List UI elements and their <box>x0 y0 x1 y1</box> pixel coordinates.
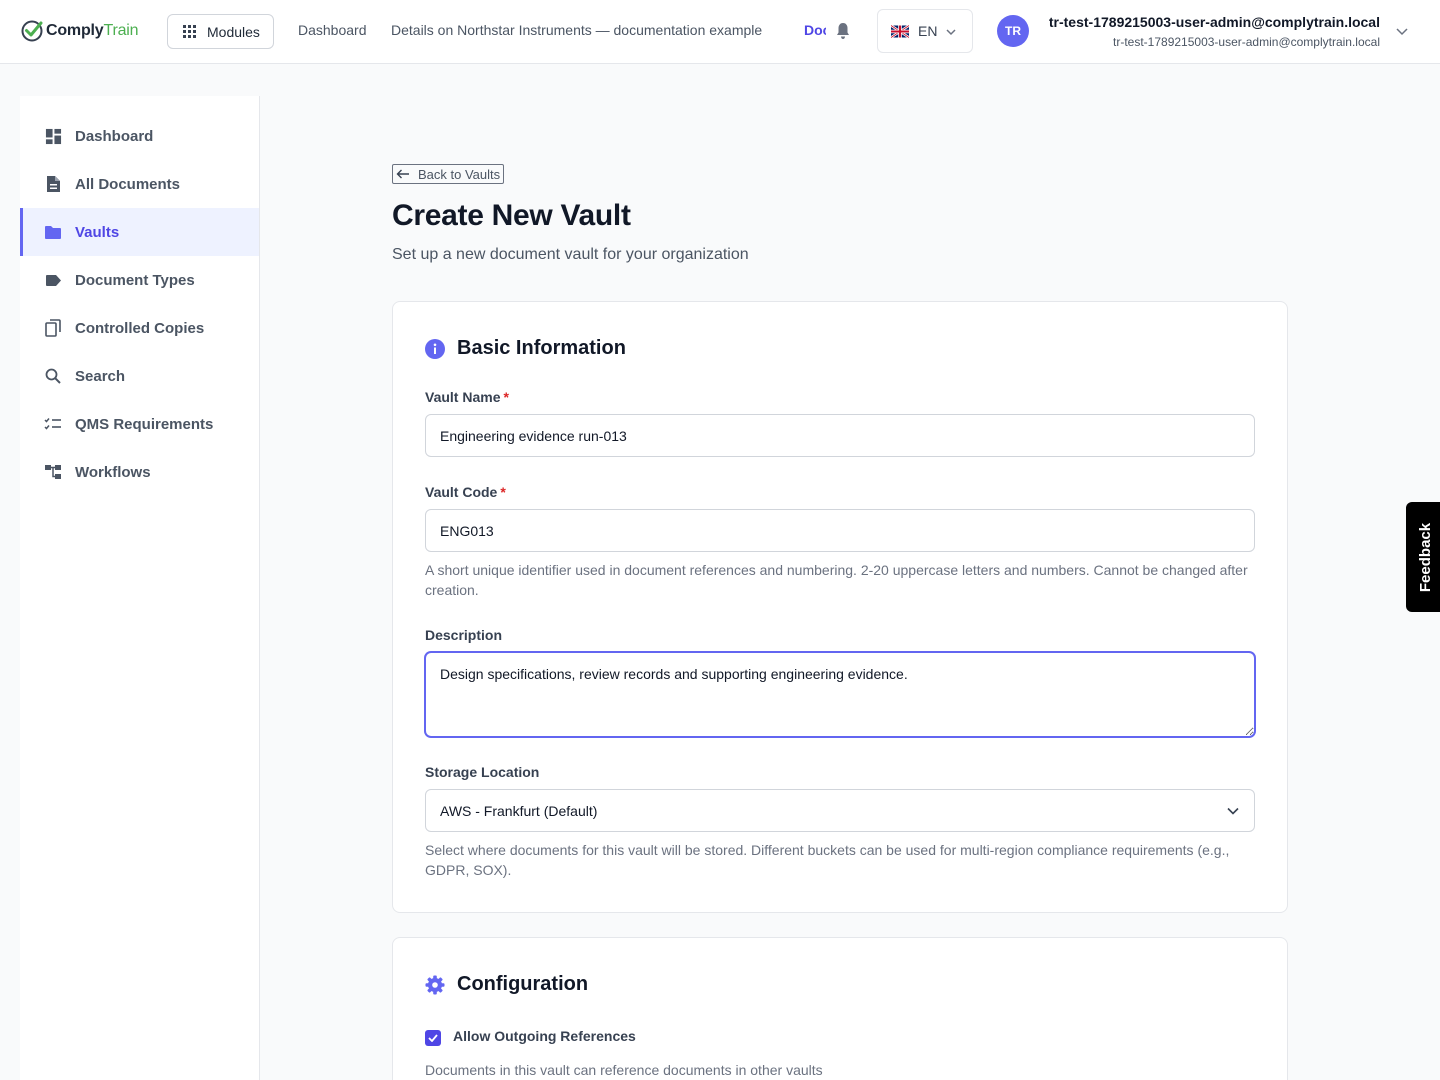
copies-icon <box>44 319 62 337</box>
sidebar-item-document-types[interactable]: Document Types <box>20 256 259 304</box>
sidebar-item-dashboard[interactable]: Dashboard <box>20 112 259 160</box>
avatar[interactable]: TR <box>997 15 1029 47</box>
language-selector[interactable]: EN <box>877 9 973 53</box>
vault-code-help: A short unique identifier used in docume… <box>425 562 1248 598</box>
user-menu-chevron-icon[interactable] <box>1396 26 1408 36</box>
storage-location-select[interactable]: AWS - Frankfurt (Default) <box>425 789 1255 832</box>
vault-name-label: Vault Name * <box>425 389 509 405</box>
storage-location-label: Storage Location <box>425 764 540 780</box>
arrow-left-icon <box>396 169 409 179</box>
top-bar: ComplyTrain Modules Dashboard Details on… <box>0 0 1440 64</box>
allow-outgoing-references-label[interactable]: Allow Outgoing References <box>453 1028 636 1044</box>
user-email: tr-test-1789215003-user-admin@complytrai… <box>1113 35 1380 49</box>
sidebar-item-all-documents[interactable]: All Documents <box>20 160 259 208</box>
allow-outgoing-references-row: Allow Outgoing References <box>425 1026 636 1046</box>
check-circle-logo-icon <box>21 20 43 42</box>
complytrain-logo[interactable]: ComplyTrain <box>20 18 139 44</box>
configuration-card: Configuration Allow Outgoing References … <box>392 937 1288 1080</box>
sidebar-item-label: All Documents <box>75 175 181 193</box>
sidebar-item-workflows[interactable]: Workflows <box>20 448 259 496</box>
uk-flag-icon <box>891 24 909 38</box>
checkmark-icon <box>428 1034 438 1042</box>
required-marker: * <box>500 484 506 500</box>
brand-name: ComplyTrain <box>46 22 139 39</box>
search-icon <box>44 367 62 385</box>
bell-icon[interactable] <box>835 22 851 40</box>
sidebar-item-label: QMS Requirements <box>75 415 214 433</box>
configuration-header: Configuration <box>425 973 588 996</box>
section-heading: Basic Information <box>457 337 626 359</box>
sidebar-item-label: Search <box>75 367 126 385</box>
nav-documents-link[interactable]: Documents <box>804 22 826 38</box>
modules-button[interactable]: Modules <box>167 14 274 49</box>
sidebar-item-search[interactable]: Search <box>20 352 259 400</box>
sidebar-item-qms-requirements[interactable]: QMS Requirements <box>20 400 259 448</box>
basic-information-card: Basic Information Vault Name* Vault Code… <box>392 301 1288 913</box>
grid-icon <box>183 25 196 38</box>
sidebar-item-vaults[interactable]: Vaults <box>20 208 259 256</box>
feedback-label: Feedback <box>1417 522 1435 592</box>
sidebar-item-label: Document Types <box>75 271 195 289</box>
sidebar: Dashboard All Documents Vaults Document … <box>20 96 260 1080</box>
dashboard-icon <box>44 127 62 145</box>
sidebar-item-label: Workflows <box>75 463 151 481</box>
sidebar-item-controlled-copies[interactable]: Controlled Copies <box>20 304 259 352</box>
vault-code-label: Vault Code * <box>425 484 506 500</box>
allow-outgoing-references-help: Documents in this vault can reference do… <box>425 1062 823 1078</box>
page-title: Create New Vault <box>392 199 631 232</box>
user-name[interactable]: tr-test-1789215003-user-admin@complytrai… <box>1049 14 1380 30</box>
back-label: Back to Vaults <box>418 166 501 182</box>
info-icon <box>425 338 445 359</box>
storage-location-value: AWS - Frankfurt (Default) <box>440 802 598 819</box>
checklist-icon <box>44 415 62 433</box>
sidebar-item-label: Controlled Copies <box>75 319 205 337</box>
back-to-vaults-button[interactable]: Back to Vaults <box>392 164 504 184</box>
description-label: Description <box>425 627 503 643</box>
section-heading: Configuration <box>457 973 589 995</box>
modules-label: Modules <box>207 23 260 40</box>
feedback-tab[interactable]: Feedback <box>1406 502 1440 612</box>
folder-icon <box>44 223 62 241</box>
gear-icon <box>425 975 445 994</box>
workflow-icon <box>44 463 62 481</box>
nav-dashboard-link[interactable]: Dashboard <box>298 22 367 38</box>
sidebar-item-label: Dashboard <box>75 127 154 145</box>
allow-outgoing-references-checkbox[interactable] <box>425 1030 441 1046</box>
language-code: EN <box>918 23 938 39</box>
document-icon <box>44 175 62 193</box>
storage-location-help: Select where documents for this vault wi… <box>425 842 1230 878</box>
sidebar-item-label: Vaults <box>75 223 120 241</box>
tag-icon <box>44 271 62 289</box>
nav-details-link[interactable]: Details on Northstar Instruments — docum… <box>391 22 762 38</box>
description-textarea[interactable]: Design specifications, review records an… <box>425 652 1255 737</box>
required-marker: * <box>503 389 509 405</box>
chevron-down-icon <box>1227 807 1239 815</box>
vault-name-input[interactable] <box>425 414 1255 457</box>
page-subtitle: Set up a new document vault for your org… <box>392 246 749 263</box>
vault-code-input[interactable] <box>425 509 1255 552</box>
basic-information-header: Basic Information <box>425 337 626 360</box>
chevron-down-icon <box>946 29 956 36</box>
